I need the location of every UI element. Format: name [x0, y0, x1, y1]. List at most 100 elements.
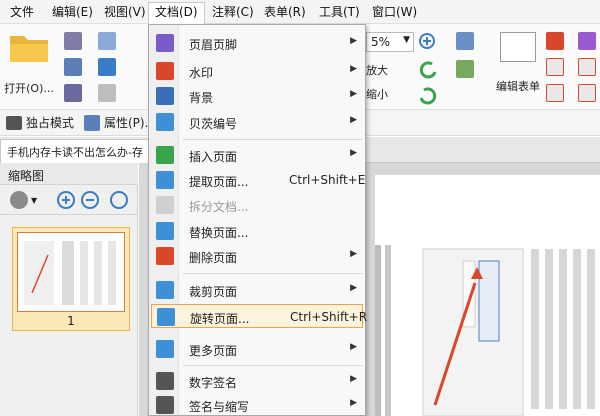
submenu-arrow-icon: ▶ [350, 249, 357, 259]
email-icon[interactable] [98, 32, 116, 50]
rotate-left-icon[interactable] [418, 60, 438, 80]
thumbnails-title: 缩略图 [0, 163, 138, 185]
menu-item-replace-page[interactable]: 替换页面... [151, 219, 363, 243]
rotate-right-icon[interactable] [418, 86, 438, 106]
thumbnails-toolbar: ▼ [0, 185, 138, 215]
save-icon[interactable] [64, 32, 82, 50]
submenu-arrow-icon: ▶ [350, 89, 357, 99]
watermark-icon [156, 62, 174, 80]
extract-page-icon [156, 171, 174, 189]
text-tool-icon[interactable] [578, 32, 596, 50]
menu-item-insert-page[interactable]: 插入页面 ▶ [151, 143, 363, 167]
menu-item-split-document: 拆分文档... [151, 193, 363, 217]
rotate-thumbs-icon[interactable] [110, 191, 128, 209]
new-doc-icon[interactable] [98, 84, 116, 102]
menu-item-background[interactable]: 背景 ▶ [151, 84, 363, 108]
more-pages-icon [156, 340, 174, 358]
menu-item-delete-page[interactable]: 删除页面 ▶ [151, 244, 363, 268]
note-icon[interactable] [578, 84, 596, 102]
gear-icon[interactable] [10, 191, 28, 209]
menu-item-label: 背景 [189, 91, 214, 105]
menu-form[interactable]: 表单(R) [258, 3, 312, 22]
edit-form-button[interactable]: 编辑表单 [494, 30, 542, 102]
typewriter-icon[interactable] [546, 84, 564, 102]
menu-item-label: 插入页面 [189, 150, 238, 164]
thumbnail-page-number: 1 [67, 314, 75, 328]
menu-item-label: 页眉页脚 [189, 38, 238, 52]
menu-item-label: 更多页面 [189, 344, 238, 358]
menu-edit[interactable]: 编辑(E) [46, 3, 99, 22]
open-button[interactable]: 打开(O)... [4, 30, 54, 102]
add-field-icon[interactable] [456, 60, 474, 78]
chevron-down-icon[interactable]: ▼ [31, 196, 37, 205]
menu-document[interactable]: 文档(D) [148, 2, 205, 24]
thumbnails-panel: 缩略图 ▼ 1 [0, 163, 138, 416]
print-icon[interactable] [64, 58, 82, 76]
rotate-page-icon [157, 308, 175, 326]
select-icon[interactable] [456, 32, 474, 50]
thumbnail-page-1[interactable]: 1 [12, 227, 130, 331]
menu-item-shortcut: Ctrl+Shift+E [289, 173, 366, 187]
exclusive-mode-button[interactable]: 独占模式 [6, 114, 74, 131]
menu-item-rotate-page[interactable]: 旋转页面... Ctrl+Shift+R [151, 304, 367, 328]
folder-icon [10, 36, 48, 62]
zoom-out-label[interactable]: 缩小 [366, 86, 388, 102]
document-tab[interactable]: 手机内存卡读不出怎么办-存 [0, 139, 150, 163]
callout-icon[interactable] [578, 58, 596, 76]
zoom-value: 5% [371, 35, 391, 49]
menu-separator [183, 273, 363, 274]
menu-item-label: 拆分文档... [189, 200, 249, 214]
menu-comment[interactable]: 注释(C) [206, 3, 260, 22]
menu-item-label: 替换页面... [189, 226, 249, 240]
menu-item-watermark[interactable]: 水印 ▶ [151, 59, 363, 83]
submenu-arrow-icon: ▶ [350, 398, 357, 408]
scan-icon[interactable] [98, 58, 116, 76]
insert-page-icon [156, 146, 174, 164]
form-icon [500, 32, 536, 62]
document-page [375, 175, 600, 416]
menu-item-label: 删除页面 [189, 251, 238, 265]
zoom-combo[interactable]: 5% ▼ [366, 32, 414, 52]
zoom-out-thumbs-icon[interactable] [80, 190, 100, 210]
zoom-in-icon[interactable] [418, 32, 438, 52]
menu-item-shortcut: Ctrl+Shift+R [290, 310, 368, 324]
submenu-arrow-icon: ▶ [350, 64, 357, 74]
text-box-icon[interactable] [546, 58, 564, 76]
menu-item-bates-number[interactable]: 贝茨编号 ▶ [151, 110, 363, 134]
menu-separator [183, 365, 363, 366]
menu-tools[interactable]: 工具(T) [313, 3, 366, 22]
menu-item-header-footer[interactable]: 页眉页脚 ▶ [151, 31, 363, 55]
menu-item-sign-initials[interactable]: 签名与缩写 ▶ [151, 393, 363, 416]
menu-item-label: 水印 [189, 66, 214, 80]
menu-item-digital-signature[interactable]: 数字签名 ▶ [151, 369, 363, 393]
replace-page-icon [156, 222, 174, 240]
submenu-arrow-icon: ▶ [350, 115, 357, 125]
menu-file[interactable]: 文件 [4, 3, 40, 22]
menu-item-label: 签名与缩写 [189, 400, 250, 414]
export-icon[interactable] [64, 84, 82, 102]
menu-bar: 文件 编辑(E) 视图(V) 文档(D) 注释(C) 表单(R) 工具(T) 窗… [0, 0, 600, 24]
exclusive-mode-label: 独占模式 [26, 116, 75, 130]
submenu-arrow-icon: ▶ [350, 283, 357, 293]
menu-item-label: 裁剪页面 [189, 285, 238, 299]
properties-icon [84, 114, 100, 131]
background-icon [156, 87, 174, 105]
text-field-icon[interactable] [546, 32, 564, 50]
zoom-in-thumbs-icon[interactable] [56, 190, 76, 210]
sign-initials-icon [156, 396, 174, 414]
menu-item-label: 贝茨编号 [189, 117, 238, 131]
delete-page-icon [156, 247, 174, 265]
menu-item-extract-page[interactable]: 提取页面... Ctrl+Shift+E [151, 168, 366, 192]
menu-item-more-pages[interactable]: 更多页面 ▶ [151, 337, 363, 361]
submenu-arrow-icon: ▶ [350, 374, 357, 384]
bates-number-icon [156, 113, 174, 131]
menu-window[interactable]: 窗口(W) [366, 3, 423, 22]
menu-item-crop-page[interactable]: 裁剪页面 ▶ [151, 278, 363, 302]
menu-separator [183, 139, 363, 140]
submenu-arrow-icon: ▶ [350, 342, 357, 352]
zoom-in-label[interactable]: 放大 [366, 62, 388, 78]
properties-button[interactable]: 属性(P)... [84, 114, 156, 131]
submenu-arrow-icon: ▶ [350, 148, 357, 158]
chevron-down-icon: ▼ [403, 35, 410, 45]
menu-view[interactable]: 视图(V) [98, 3, 152, 22]
